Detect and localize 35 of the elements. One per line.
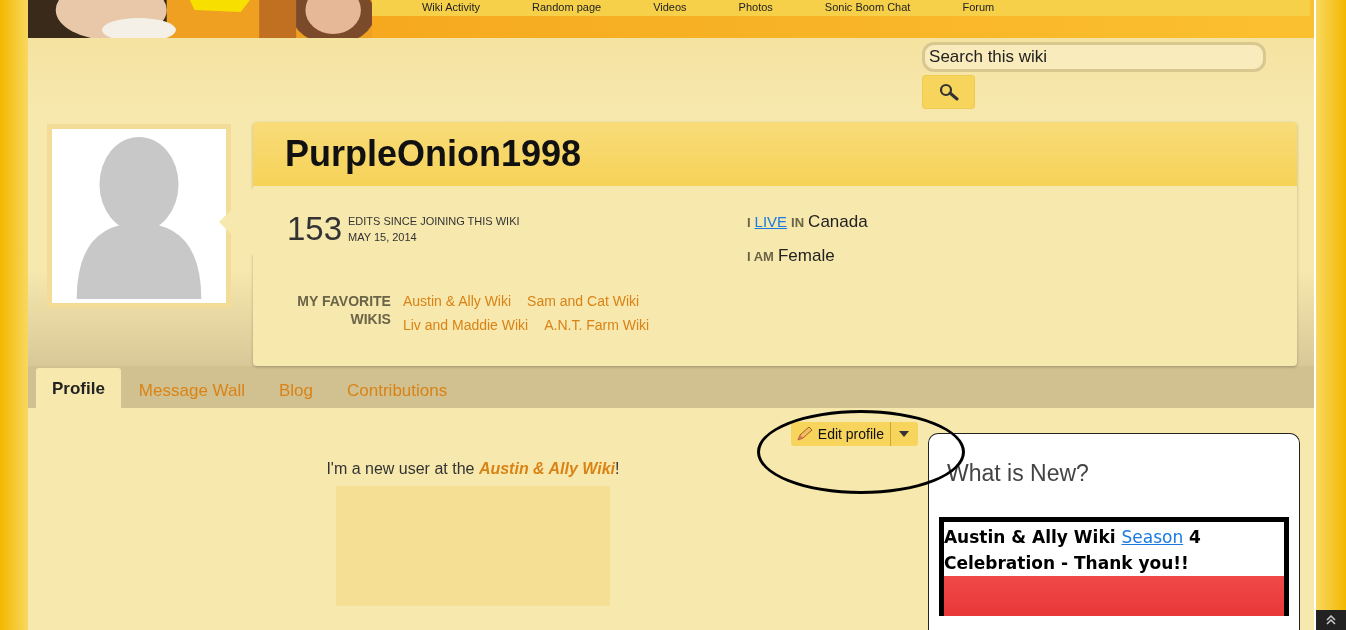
username: PurpleOnion1998 (284, 133, 582, 175)
edit-count: 153 (286, 210, 342, 248)
caret-icon (899, 431, 910, 437)
dropdown-button[interactable] (889, 422, 918, 446)
fact-value: Canada (808, 212, 868, 232)
search-icon (937, 83, 960, 101)
nav-link[interactable]: Videos (627, 0, 713, 16)
chevron-up-icon (1326, 615, 1336, 625)
nav-link[interactable]: Wiki Activity (395, 0, 506, 16)
intro-text: I'm a new user at the Austin & Ally Wiki! (326, 460, 620, 478)
join-date: MAY 15, 2014 (348, 231, 418, 243)
favorite-wiki-link[interactable]: Liv and Maddie Wiki (402, 316, 529, 334)
news-title: Austin & Ally Wiki Season 4 Celebration - Thank you!! (943, 526, 1202, 575)
edit-profile-button[interactable]: Edit profile (790, 422, 890, 446)
search-button[interactable] (922, 75, 976, 109)
scroll-top-button[interactable] (1316, 610, 1346, 630)
profile-tab[interactable]: Profile (35, 368, 121, 408)
pencil-icon (794, 425, 815, 443)
fact-value: Female (777, 246, 835, 266)
favorite-wiki-link[interactable]: Austin & Ally Wiki (402, 292, 512, 310)
nav-link[interactable]: Forum (936, 0, 1021, 16)
fact-label: IN (791, 215, 805, 230)
edits-label: EDITS SINCE JOINING THIS WIKI (348, 215, 520, 227)
favorite-wiki-link[interactable]: Sam and Cat Wiki (527, 292, 640, 310)
fact-label: I (746, 215, 751, 230)
favorites-label: MY FAVORITE WIKIS (296, 292, 391, 329)
live-link[interactable]: LIVE (754, 213, 788, 230)
search-field[interactable]: Search this wiki (922, 42, 1267, 72)
nav-link[interactable]: Sonic Boom Chat (798, 0, 937, 16)
favorite-wiki-link[interactable]: A.N.T. Farm Wiki (544, 316, 650, 334)
fact-label: I AM (746, 249, 774, 264)
nav-link[interactable]: Random page (506, 0, 628, 16)
season-link[interactable]: Season (1121, 527, 1184, 547)
sidebar-title: What is New? (946, 460, 1090, 487)
nav-link[interactable]: Photos (712, 0, 799, 16)
